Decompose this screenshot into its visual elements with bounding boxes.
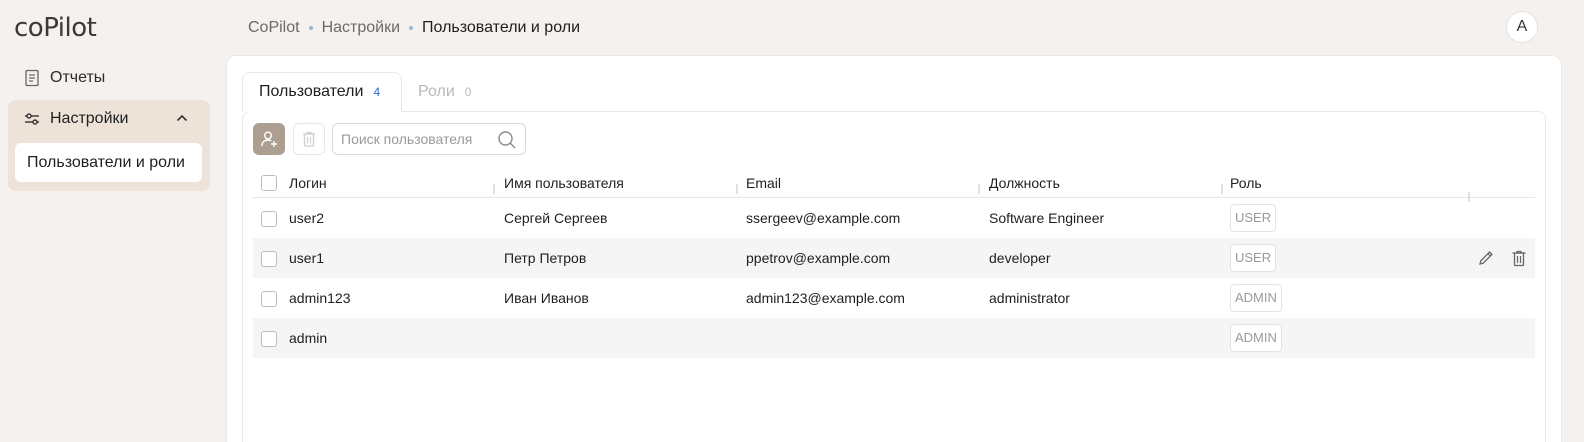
cell-login: admin123: [289, 290, 351, 306]
cell-email: admin123@example.com: [746, 290, 905, 306]
add-user-icon: [260, 130, 278, 148]
cell-role: ADMIN: [1229, 324, 1469, 352]
sidebar-item-label: Пользователи и роли: [27, 153, 185, 171]
add-user-button[interactable]: [253, 123, 285, 155]
tab-count: 0: [464, 85, 472, 99]
row-checkbox[interactable]: [261, 290, 277, 307]
table-row[interactable]: admin ADMIN: [253, 318, 1535, 358]
document-icon: [24, 69, 40, 87]
search-field: [332, 123, 526, 155]
select-all-checkbox[interactable]: [261, 175, 277, 192]
column-header-name[interactable]: Имя пользователя: [493, 174, 744, 194]
column-header-label: Имя пользователя: [504, 174, 624, 191]
cell-position: Software Engineer: [989, 210, 1105, 226]
cell-role: USER: [1229, 244, 1469, 272]
cell-position: developer: [989, 250, 1051, 266]
breadcrumb-item-copilot[interactable]: CoPilot: [248, 19, 300, 37]
main-panel: Пользователи 4 Роли 0 Логин Имя пользова…: [226, 55, 1562, 442]
sidebar-item-label: Отчеты: [50, 69, 106, 86]
row-actions: [1477, 249, 1527, 267]
column-resize-handle[interactable]: [736, 183, 738, 194]
chevron-up-icon[interactable]: [176, 113, 188, 123]
row-checkbox[interactable]: [261, 330, 277, 347]
delete-users-button[interactable]: [293, 123, 325, 155]
column-header-label: Email: [746, 174, 782, 191]
column-resize-handle[interactable]: [1221, 183, 1223, 194]
cell-role: ADMIN: [1229, 284, 1469, 312]
sidebar-item-reports[interactable]: Отчеты: [8, 62, 210, 94]
search-input[interactable]: [341, 131, 491, 147]
sidebar-item-label: Настройки: [50, 110, 129, 127]
breadcrumb: CoPilot Настройки Пользователи и роли: [248, 17, 580, 39]
header-checkbox-cell: [253, 174, 285, 192]
breadcrumb-item-settings[interactable]: Настройки: [322, 19, 400, 37]
copilot-logo[interactable]: coPilot: [14, 12, 130, 43]
role-badge: ADMIN: [1230, 324, 1282, 352]
cell-login: user1: [289, 250, 325, 266]
column-header-role[interactable]: Роль: [1221, 174, 1469, 194]
sidebar-item-users-roles[interactable]: Пользователи и роли: [15, 143, 202, 182]
sliders-icon: [24, 112, 40, 126]
column-header-position[interactable]: Должность: [978, 174, 1229, 194]
column-header-label: Роль: [1230, 174, 1262, 191]
column-header-login[interactable]: Логин: [285, 175, 501, 191]
tab-users[interactable]: Пользователи 4: [242, 72, 402, 112]
cell-name: Петр Петров: [504, 250, 587, 266]
cell-login: user2: [289, 210, 325, 226]
cell-name: Иван Иванов: [504, 290, 589, 306]
breadcrumb-separator: [308, 26, 313, 30]
role-badge: USER: [1230, 204, 1277, 232]
row-checkbox-cell: [253, 209, 285, 227]
row-checkbox[interactable]: [261, 210, 277, 227]
column-header-email[interactable]: Email: [736, 174, 986, 194]
trash-icon: [301, 130, 317, 148]
row-checkbox[interactable]: [261, 250, 277, 267]
column-header-label: Должность: [989, 174, 1060, 191]
role-badge: ADMIN: [1230, 284, 1282, 312]
edit-icon[interactable]: [1477, 249, 1495, 267]
table-row[interactable]: user2 Сергей Сергеев ssergeev@example.co…: [253, 198, 1535, 238]
sidebar-item-settings[interactable]: Настройки: [8, 100, 210, 138]
sidebar: coPilot Отчеты Настройки Пользователи и …: [0, 0, 218, 442]
table-row[interactable]: user1 Петр Петров ppetrov@example.com de…: [253, 238, 1535, 278]
cell-name: Сергей Сергеев: [504, 210, 608, 226]
cell-role: USER: [1229, 204, 1469, 232]
sidebar-group-settings: Настройки Пользователи и роли: [8, 100, 210, 191]
tab-roles[interactable]: Роли 0: [402, 72, 487, 112]
table-row[interactable]: admin123 Иван Иванов admin123@example.co…: [253, 278, 1535, 318]
column-resize-handle[interactable]: [978, 183, 980, 194]
table-header: Логин Имя пользователя Email Должность Р…: [253, 168, 1535, 202]
breadcrumb-item-current: Пользователи и роли: [422, 19, 581, 36]
breadcrumb-separator: [409, 26, 414, 30]
users-table: Логин Имя пользователя Email Должность Р…: [253, 168, 1535, 358]
row-checkbox-cell: [253, 249, 285, 267]
cell-login: admin: [289, 330, 328, 346]
tab-count: 4: [373, 85, 381, 99]
trash-icon[interactable]: [1511, 249, 1527, 267]
tab-label: Пользователи: [259, 83, 364, 100]
avatar[interactable]: A: [1506, 11, 1538, 43]
cell-email: ssergeev@example.com: [746, 210, 901, 226]
role-badge: USER: [1230, 244, 1277, 272]
tab-label: Роли: [418, 83, 455, 100]
row-checkbox-cell: [253, 329, 285, 347]
column-resize-handle[interactable]: [493, 183, 495, 194]
cell-position: administrator: [989, 290, 1070, 306]
row-checkbox-cell: [253, 289, 285, 307]
svg-text:coPilot: coPilot: [14, 13, 97, 42]
search-icon[interactable]: [497, 130, 517, 150]
cell-email: ppetrov@example.com: [746, 250, 891, 266]
avatar-initial: A: [1516, 18, 1528, 35]
